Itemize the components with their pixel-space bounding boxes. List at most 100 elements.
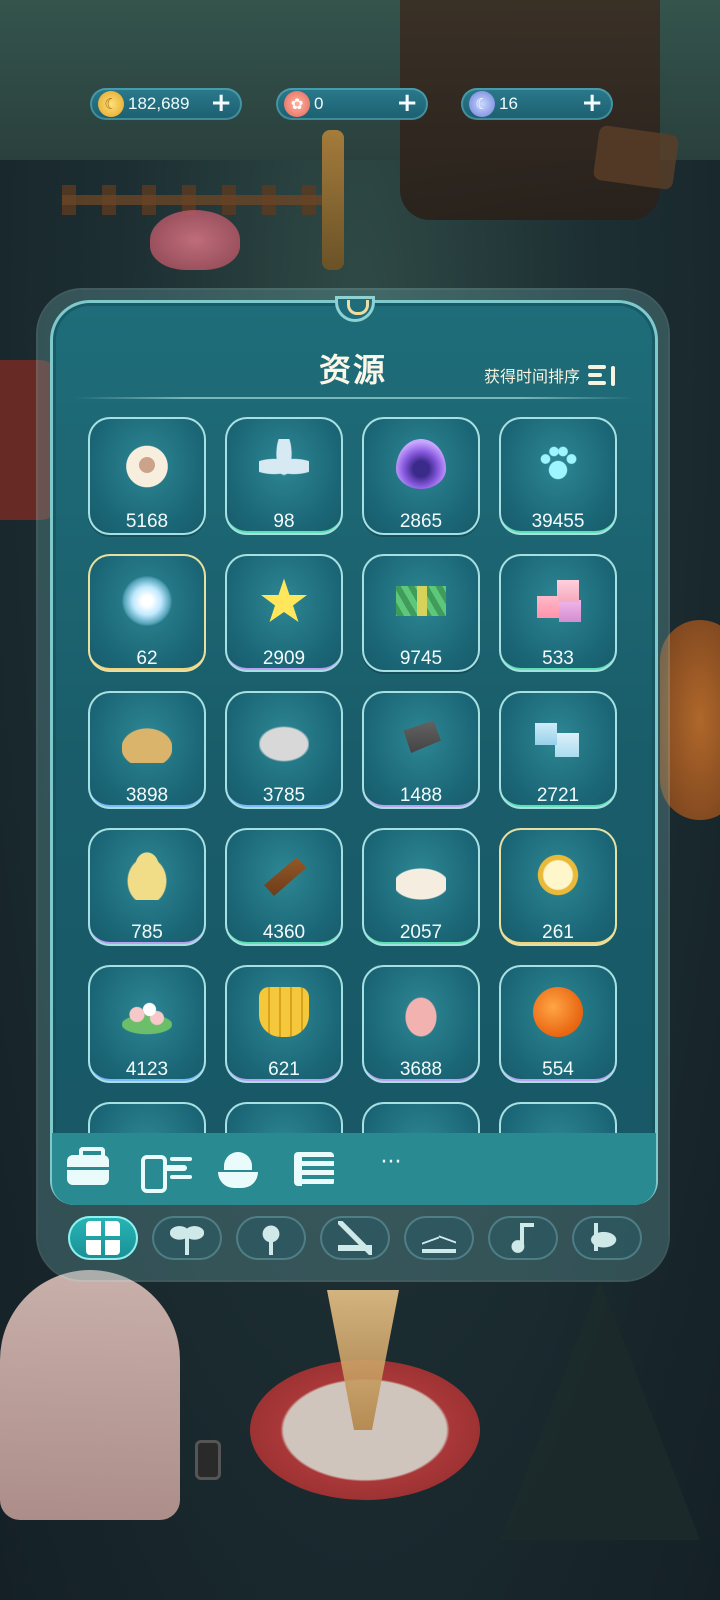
resource-qty: 98	[273, 511, 295, 532]
category-tabs	[68, 1216, 644, 1264]
resource-tile-pocket-watch[interactable]: 261	[499, 828, 617, 946]
resource-qty: 554	[542, 1059, 574, 1080]
resource-tile-purple-flame[interactable]: 2865	[362, 417, 480, 535]
tab-fishing[interactable]	[572, 1216, 642, 1260]
tab-build[interactable]	[320, 1216, 390, 1260]
resource-qty: 3688	[399, 1059, 443, 1080]
spirit-orb-icon	[122, 576, 172, 626]
briefcase-icon[interactable]	[66, 1147, 110, 1190]
resource-tile-pear[interactable]: 785	[88, 828, 206, 946]
cream-swirl-icon	[396, 987, 446, 1037]
background-pool	[250, 1360, 480, 1500]
background-music-sign	[592, 124, 680, 191]
resource-qty: 785	[131, 922, 163, 943]
resource-tile-banana[interactable]: 621	[225, 965, 343, 1083]
grass-bundle-icon	[396, 586, 446, 616]
fishing-icon	[590, 1221, 624, 1255]
resource-qty: 4360	[262, 922, 306, 943]
resource-qty: 5168	[125, 511, 169, 532]
currency-coin-value: 182,689	[128, 94, 190, 113]
pocket-watch-icon	[533, 850, 583, 900]
hanger-icon	[422, 1221, 456, 1255]
resource-tile-sand[interactable]: 3898	[88, 691, 206, 809]
pear-icon	[122, 850, 172, 900]
resource-tile-grass-bundle[interactable]: 9745	[362, 554, 480, 672]
resource-qty: 2865	[399, 511, 443, 532]
resource-qty: 4123	[125, 1059, 169, 1080]
resource-tile-flour[interactable]: 2057	[362, 828, 480, 946]
moon-icon: ☾	[469, 91, 495, 117]
sheep-wool-icon	[122, 439, 172, 489]
background-tree	[500, 1280, 700, 1540]
resource-tile-ice-cubes[interactable]: 2721	[499, 691, 617, 809]
grid-icon	[86, 1221, 120, 1255]
sugar-cubes-icon	[533, 576, 583, 626]
add-coin-button[interactable]: +	[210, 89, 232, 117]
resource-qty: 9745	[399, 648, 443, 669]
resource-qty: 3898	[125, 785, 169, 806]
resource-qty: 62	[136, 648, 158, 669]
resource-tile-star[interactable]: 2909	[225, 554, 343, 672]
currency-moon-value: 16	[499, 94, 518, 113]
currency-flower-value: 0	[314, 94, 324, 113]
resource-qty: 621	[268, 1059, 300, 1080]
resource-tile-orange[interactable]: 554	[499, 965, 617, 1083]
resource-grid: 5168 98 2865 39455 62 2909 9745 533 3898…	[88, 417, 618, 1134]
crystal-flower-icon	[259, 439, 309, 489]
purple-flame-icon	[396, 439, 446, 489]
resource-tile-wood-log[interactable]: 4360	[225, 828, 343, 946]
iron-pipe-icon	[403, 720, 441, 753]
currency-coin[interactable]: ☾ 182,689 +	[90, 88, 242, 120]
music-icon	[506, 1221, 540, 1255]
sort-label: 获得时间排序	[484, 367, 581, 386]
add-flower-button[interactable]: +	[396, 89, 418, 117]
resource-tile-partial[interactable]	[499, 1102, 617, 1134]
more-icon[interactable]: ···	[366, 1150, 416, 1190]
resource-tile-wool[interactable]: 5168	[88, 417, 206, 535]
tab-plants[interactable]	[152, 1216, 222, 1260]
flower-badge-icon: ✿	[284, 91, 310, 117]
background-lantern	[195, 1440, 221, 1480]
resource-qty: 533	[542, 648, 574, 669]
panel-title: 资源	[318, 351, 387, 389]
tab-music[interactable]	[488, 1216, 558, 1260]
currency-moon[interactable]: ☾ 16 +	[461, 88, 613, 120]
resource-tile-partial[interactable]	[362, 1102, 480, 1134]
currency-flower[interactable]: ✿ 0 +	[276, 88, 428, 120]
resource-qty: 39455	[531, 511, 585, 532]
resource-tile-stone[interactable]: 3785	[225, 691, 343, 809]
dango-icon	[122, 987, 172, 1037]
resource-qty: 2721	[536, 785, 580, 806]
resource-qty: 261	[542, 922, 574, 943]
build-icon	[338, 1221, 372, 1255]
background-fence-rail	[62, 195, 322, 205]
food-bowl-icon[interactable]	[216, 1150, 260, 1190]
background-ice-cream-cone	[327, 1290, 399, 1430]
resource-tile-sugar-cubes[interactable]: 533	[499, 554, 617, 672]
wood-log-icon	[264, 857, 307, 896]
sort-by-time-button[interactable]: 获得时间排序	[484, 360, 620, 390]
resource-tile-partial[interactable]	[88, 1102, 206, 1134]
tab-clothing[interactable]	[404, 1216, 474, 1260]
background-fence	[62, 185, 322, 215]
tab-decor[interactable]	[236, 1216, 306, 1260]
flour-pile-icon	[396, 850, 446, 900]
lamp-icon	[254, 1221, 288, 1255]
star-icon	[261, 578, 307, 622]
resource-tile-dango[interactable]: 4123	[88, 965, 206, 1083]
resource-tile-cream[interactable]: 3688	[362, 965, 480, 1083]
resource-tile-partial[interactable]	[225, 1102, 343, 1134]
book-icon[interactable]	[292, 1150, 336, 1190]
paw-print-icon	[533, 439, 583, 489]
add-moon-button[interactable]: +	[581, 89, 603, 117]
stone-icon	[259, 713, 309, 763]
tab-all[interactable]	[68, 1216, 138, 1260]
resource-tile-spirit-orb[interactable]: 62	[88, 554, 206, 672]
orange-icon	[533, 987, 583, 1037]
resource-tile-iron-pipe[interactable]: 1488	[362, 691, 480, 809]
shop-icon[interactable]	[140, 1150, 188, 1193]
resource-tile-paw-print[interactable]: 39455	[499, 417, 617, 535]
ice-cubes-icon	[533, 713, 583, 763]
sand-pile-icon	[122, 713, 172, 763]
resource-tile-crystal-flower[interactable]: 98	[225, 417, 343, 535]
